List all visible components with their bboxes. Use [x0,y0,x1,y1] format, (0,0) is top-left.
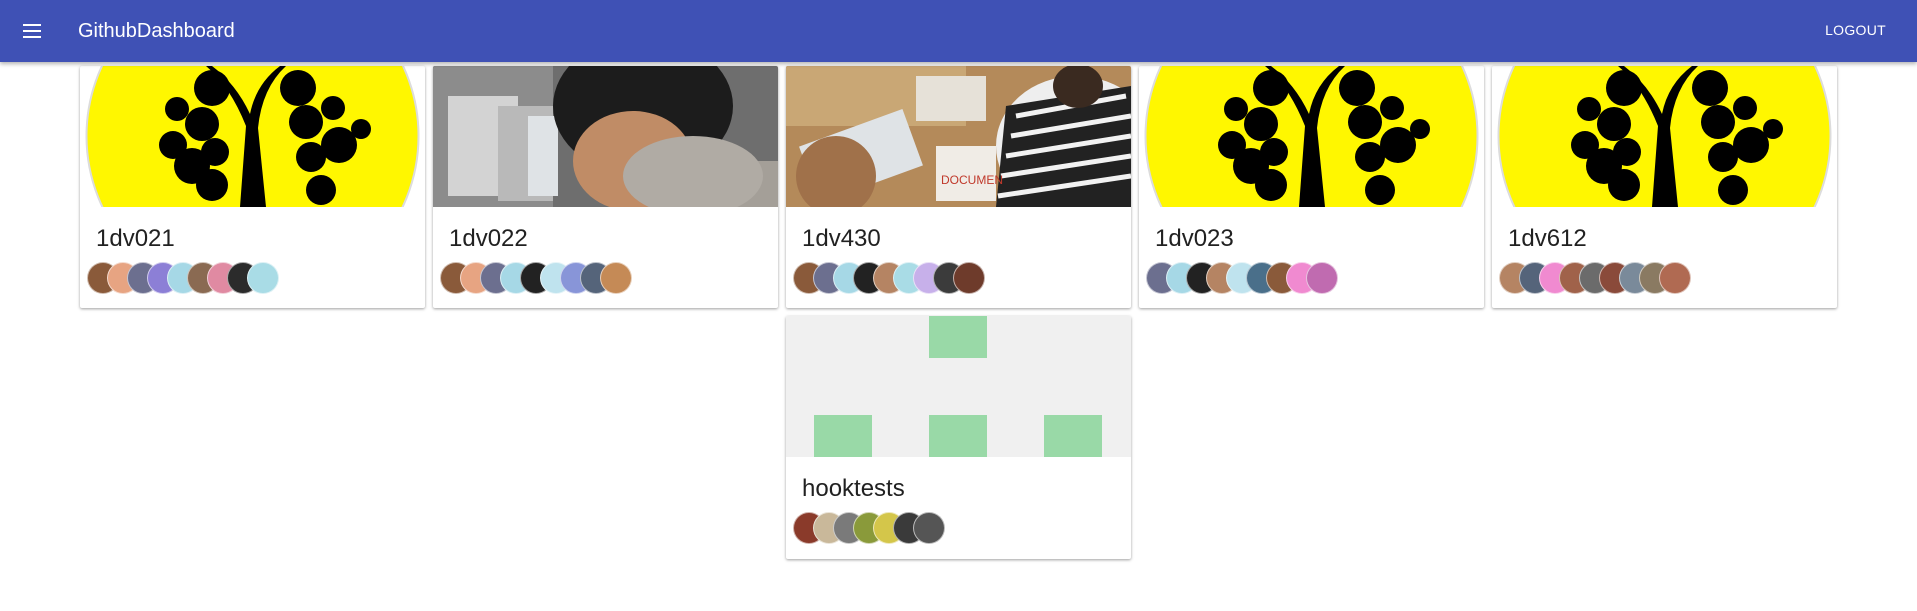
tree-logo-image [1492,66,1837,207]
repo-card-1dv022[interactable]: 1dv022 [433,66,778,308]
repo-title: 1dv430 [802,225,881,252]
svg-text:DOCUMEN: DOCUMEN [941,173,1003,187]
avatar[interactable] [600,262,632,294]
menu-icon[interactable] [20,19,44,43]
identicon-image [786,316,1131,457]
repo-title: 1dv021 [96,225,175,252]
repo-card-1dv430[interactable]: DOCUMEN 1dv430 [786,66,1131,308]
logout-button[interactable]: LOGOUT [1825,21,1886,39]
avatar[interactable] [1659,262,1691,294]
photo-person-computer [433,66,778,207]
avatar[interactable] [913,512,945,544]
repo-card-1dv021[interactable]: 1dv021 [80,66,425,308]
photo-people-laptop: DOCUMEN [786,66,1131,207]
repo-title: 1dv022 [449,225,528,252]
repo-card-1dv612[interactable]: 1dv612 [1492,66,1837,308]
repo-card-hooktests[interactable]: hooktests [786,316,1131,559]
tree-logo-image [1139,66,1484,207]
app-bar: GithubDashboard LOGOUT [0,0,1917,62]
tree-logo-image [80,66,425,207]
repo-title: 1dv023 [1155,225,1234,252]
avatar[interactable] [1306,262,1338,294]
repo-title: hooktests [802,475,905,502]
app-title: GithubDashboard [78,20,235,42]
repo-card-1dv023[interactable]: 1dv023 [1139,66,1484,308]
avatar[interactable] [953,262,985,294]
repo-title: 1dv612 [1508,225,1587,252]
avatar[interactable] [247,262,279,294]
